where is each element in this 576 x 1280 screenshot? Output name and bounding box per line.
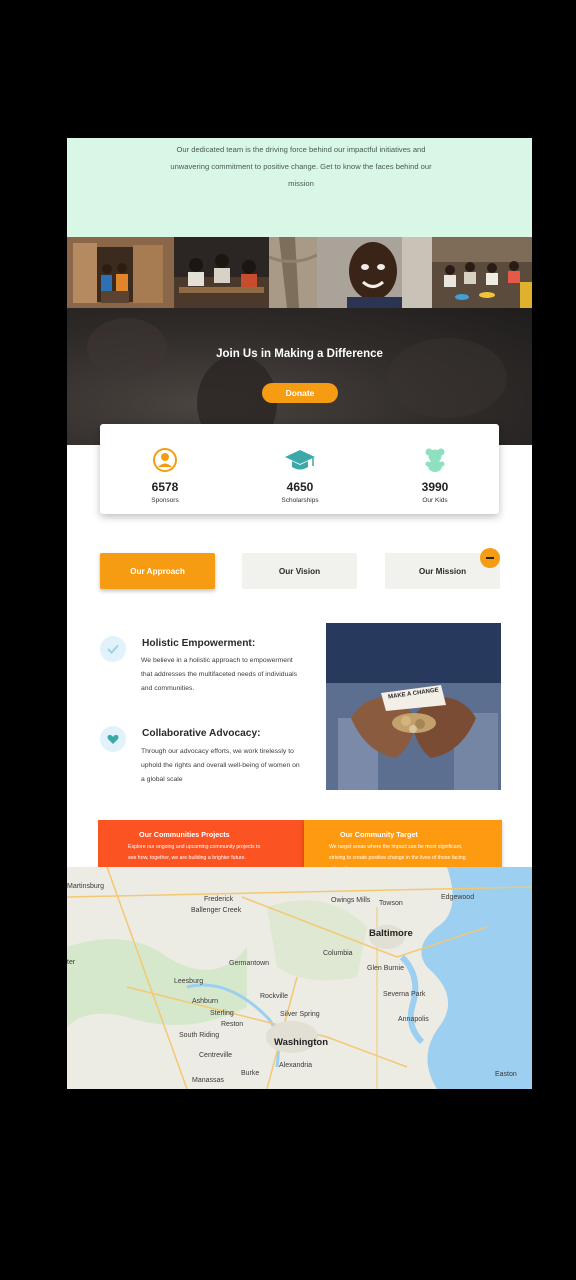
hero-title: Join Us in Making a Difference [216,348,383,360]
map-label: ter [67,959,76,966]
stat-label: Our Kids [422,497,448,504]
feature-text-advocacy: Through our advocacy efforts, we work ti… [141,748,300,783]
map-label: Edgewood [441,894,475,901]
photo-strip [67,237,532,308]
map-label: Manassas [192,1077,224,1084]
map-label: Washington [274,1037,328,1048]
smiling-child-photo [317,237,432,308]
stat-label: Scholarships [281,497,319,504]
map-label: Martinsburg [67,883,104,890]
map-label: Burke [241,1070,260,1077]
children-photo-2 [174,237,269,308]
user-circle-icon [153,448,177,472]
tree-photo [269,237,317,308]
map[interactable]: Martinsburg Frederick Ballenger Creek Ow… [67,867,532,1089]
donate-button[interactable]: Donate [262,383,338,403]
page: Our dedicated team is the driving force … [67,138,532,1089]
classroom-photo [432,237,532,308]
map-label: Ashburn [192,998,219,1005]
tab-our-vision[interactable]: Our Vision [242,553,357,589]
map-label: Alexandria [279,1062,313,1069]
graduation-cap-icon [285,450,315,470]
map-label: Columbia [323,950,353,957]
feature-title-advocacy: Collaborative Advocacy: [142,728,261,739]
map-label: Glen Burnie [367,965,404,972]
stats-card: 6578 Sponsors 4650 Scholarships 3990 Our… [100,424,499,514]
heart-icon [100,726,126,752]
map-label: Centreville [199,1052,233,1059]
team-intro-section: Our dedicated team is the driving force … [67,138,532,237]
stat-value: 3990 [421,480,449,494]
banner-title: Our Communities Projects [139,830,230,839]
map-label: Rockville [260,993,289,1000]
map-label: Germantown [229,960,270,967]
map-label: Owings Mills [331,897,371,904]
children-photo-1 [67,237,174,308]
stat-label: Sponsors [151,497,179,504]
map-label: Severna Park [383,991,426,998]
stat-sponsors: 6578 Sponsors [105,446,225,504]
banner-text: Explore our ongoing and upcoming communi… [128,844,261,861]
map-label: Easton [495,1071,517,1078]
map-label: South Riding [179,1032,220,1039]
map-label: Reston [221,1021,244,1028]
map-label: Frederick [204,896,234,903]
map-label: Leesburg [174,978,204,985]
map-label: Silver Spring [280,1011,320,1018]
team-intro-text: Our dedicated team is the driving force … [170,145,432,188]
stat-kids: 3990 Our Kids [375,446,495,504]
collapse-button[interactable] [480,548,500,568]
banner-title: Our Community Target [340,830,418,839]
map-label: Annapolis [398,1016,429,1023]
minus-icon [486,557,494,559]
map-label: Ballenger Creek [191,907,242,914]
map-label: Towson [379,900,403,907]
map-label: Sterling [210,1010,234,1017]
feature-text-holistic: We believe in a holistic approach to emp… [141,657,298,692]
check-icon [100,636,126,662]
hands-holding-coins-photo: MAKE A CHANGE [326,623,501,790]
stat-value: 4650 [286,480,314,494]
stat-scholarships: 4650 Scholarships [240,446,360,504]
stat-value: 6578 [151,480,179,494]
teddy-bear-icon [425,448,445,472]
map-label: Baltimore [369,928,413,939]
tab-our-approach[interactable]: Our Approach [100,553,215,589]
feature-title-holistic: Holistic Empowerment: [142,638,256,649]
